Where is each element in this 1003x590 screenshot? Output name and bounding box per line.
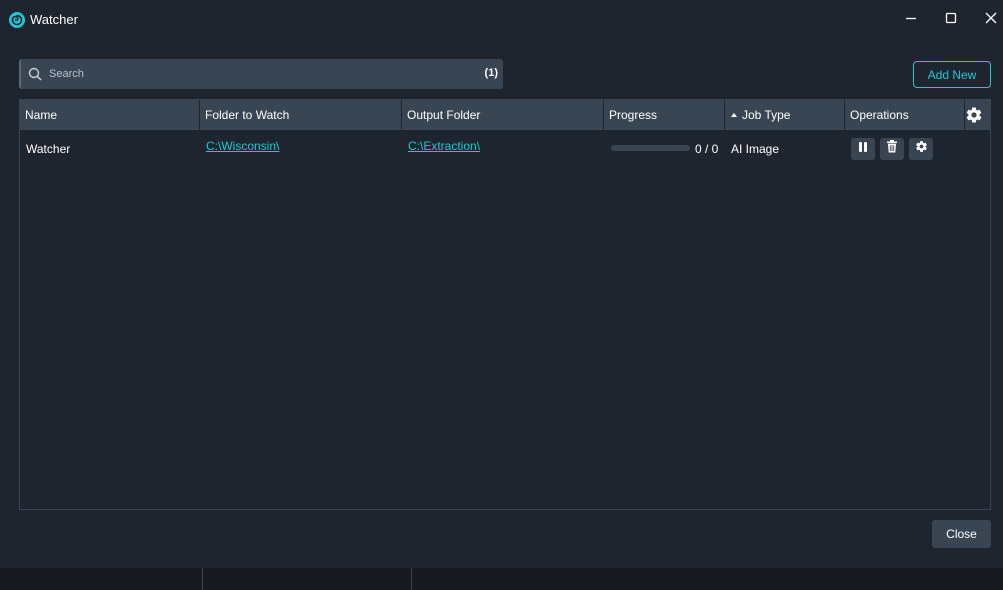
swirl-icon bbox=[9, 12, 25, 28]
pause-button[interactable] bbox=[851, 138, 875, 160]
column-header-folder-to-watch[interactable]: Folder to Watch bbox=[200, 100, 402, 130]
title-bar: Watcher bbox=[0, 0, 1003, 40]
watcher-table: Name Folder to Watch Output Folder Progr… bbox=[19, 99, 991, 510]
job-settings-button[interactable] bbox=[909, 138, 933, 160]
column-label: Name bbox=[25, 108, 58, 122]
sort-ascending-icon bbox=[731, 113, 737, 117]
column-header-progress[interactable]: Progress bbox=[604, 100, 725, 130]
divider bbox=[411, 568, 412, 590]
table-row[interactable]: Watcher C:\Wisconsin\ C:\Extraction\ 0 /… bbox=[20, 130, 990, 166]
column-header-job-type[interactable]: Job Type bbox=[725, 100, 845, 130]
column-label: Folder to Watch bbox=[205, 108, 290, 122]
progress-count: 0 / 0 bbox=[695, 142, 719, 156]
gear-icon bbox=[915, 140, 928, 158]
gear-icon[interactable] bbox=[965, 106, 983, 124]
search-icon bbox=[28, 67, 42, 81]
job-type: AI Image bbox=[731, 142, 780, 156]
trash-icon bbox=[886, 140, 898, 158]
column-header-output-folder[interactable]: Output Folder bbox=[402, 100, 604, 130]
window-title: Watcher bbox=[30, 12, 78, 27]
watcher-window: Watcher (1) Add New Name bbox=[0, 0, 1003, 568]
progress-bar bbox=[611, 145, 690, 151]
row-name: Watcher bbox=[26, 142, 71, 156]
minimize-icon bbox=[905, 11, 917, 29]
maximize-button[interactable] bbox=[936, 6, 966, 34]
close-window-button[interactable] bbox=[976, 6, 1003, 34]
maximize-icon bbox=[945, 11, 957, 29]
add-new-button[interactable]: Add New bbox=[913, 61, 991, 88]
search-input[interactable] bbox=[47, 59, 467, 89]
search-box: (1) bbox=[19, 59, 503, 89]
background-taskbar bbox=[0, 568, 1003, 590]
divider bbox=[202, 568, 203, 590]
close-button[interactable]: Close bbox=[932, 520, 991, 548]
pause-icon bbox=[857, 140, 869, 158]
close-icon bbox=[985, 11, 997, 29]
column-label: Progress bbox=[609, 108, 658, 122]
column-header-operations[interactable]: Operations bbox=[845, 100, 965, 130]
search-result-count: (1) bbox=[484, 67, 498, 79]
folder-to-watch-link[interactable]: C:\Wisconsin\ bbox=[206, 139, 279, 153]
table-header: Name Folder to Watch Output Folder Progr… bbox=[20, 100, 990, 130]
column-label: Output Folder bbox=[407, 108, 481, 122]
column-label: Operations bbox=[850, 108, 909, 122]
column-header-name[interactable]: Name bbox=[20, 100, 200, 130]
output-folder-link[interactable]: C:\Extraction\ bbox=[408, 139, 480, 153]
minimize-button[interactable] bbox=[896, 6, 926, 34]
column-label: Job Type bbox=[742, 108, 791, 122]
delete-button[interactable] bbox=[880, 138, 904, 160]
